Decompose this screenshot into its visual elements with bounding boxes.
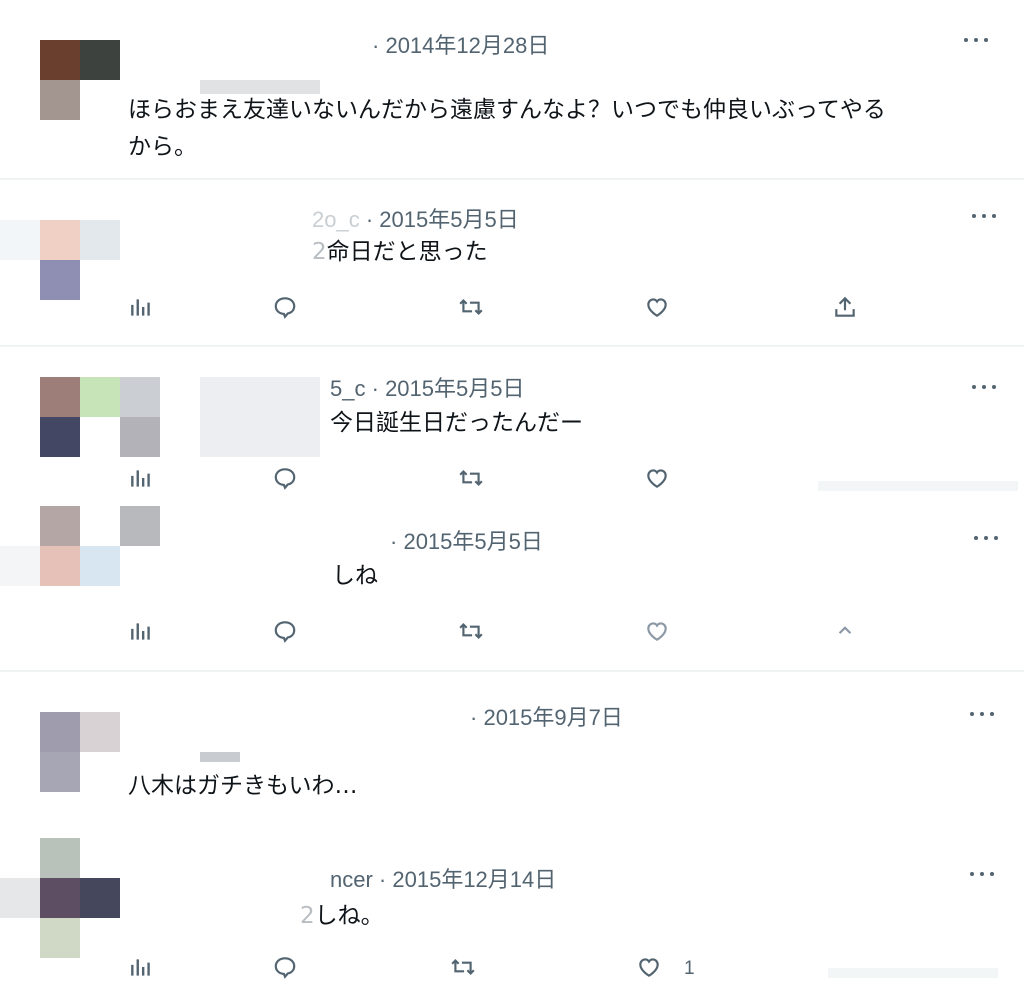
more-icon[interactable] (964, 30, 992, 50)
action-bar (128, 618, 1008, 648)
avatar[interactable] (40, 40, 120, 120)
handle[interactable]: 2o_c (312, 207, 360, 232)
tweet-meta: ncer · 2015年12月14日 (330, 862, 556, 894)
separator: · (371, 376, 379, 401)
tweet-date[interactable]: 2015年12月14日 (392, 867, 556, 892)
tweet-meta: 5_c · 2015年5月5日 (330, 371, 524, 403)
reply-icon[interactable] (272, 954, 302, 984)
tweet-1[interactable]: · 2014年12月28日 ほらおまえ友達いないんだから遠慮すんなよ？いつでも仲… (0, 0, 1024, 180)
tweet-4[interactable]: · 2015年5月5日 しね (0, 500, 1024, 670)
avatar[interactable] (0, 838, 160, 958)
retweet-icon[interactable] (458, 618, 488, 648)
tweet-text: 2しね。 (300, 903, 384, 929)
more-icon[interactable] (972, 377, 1000, 397)
reply-icon[interactable] (272, 294, 302, 324)
tweet-date[interactable]: 2015年5月5日 (403, 529, 542, 554)
action-bar (128, 465, 1018, 495)
tweet-text: しね (332, 563, 378, 589)
reply-icon[interactable] (272, 465, 302, 495)
avatar[interactable] (0, 506, 160, 586)
like-icon[interactable] (644, 618, 674, 648)
more-icon[interactable] (970, 864, 998, 884)
avatar[interactable] (0, 220, 160, 300)
reply-icon[interactable] (272, 618, 302, 648)
tweet-5[interactable]: · 2015年9月7日 八木はガチきもいわ… (0, 672, 1024, 832)
tweet-6[interactable]: ncer · 2015年12月14日 2しね。 1 (0, 832, 1024, 991)
separator: · (365, 207, 374, 232)
analytics-icon[interactable] (128, 465, 158, 495)
action-bar (128, 294, 1008, 324)
more-icon[interactable] (974, 528, 1002, 548)
handle[interactable]: 5_c (330, 376, 365, 401)
tweet-date[interactable]: 2015年5月5日 (379, 207, 518, 232)
tweet-date[interactable]: 2014年12月28日 (385, 33, 549, 58)
tweet-text: 2命日だと思った (312, 239, 488, 265)
tweet-text: 八木はガチきもいわ… (128, 773, 358, 799)
tweet-meta: · 2014年12月28日 (372, 28, 549, 60)
tweet-3[interactable]: 5_c · 2015年5月5日 今日誕生日だったんだー (0, 347, 1024, 497)
tweet-text: 今日誕生日だったんだー (330, 410, 583, 436)
tweet-date[interactable]: 2015年5月5日 (385, 376, 524, 401)
like-icon[interactable] (644, 465, 674, 495)
separator: · (372, 33, 380, 58)
tweet-meta: · 2015年9月7日 (470, 700, 623, 732)
like-count: 1 (684, 958, 695, 979)
tweet-2[interactable]: 2o_c · 2015年5月5日 2命日だと思った (0, 180, 1024, 345)
separator: · (390, 529, 398, 554)
tweet-meta: 2o_c · 2015年5月5日 (312, 202, 519, 234)
tweet-meta: · 2015年5月5日 (390, 524, 543, 556)
avatar[interactable] (40, 712, 120, 792)
like-icon[interactable] (644, 294, 674, 324)
analytics-icon[interactable] (128, 294, 158, 324)
tweet-date[interactable]: 2015年9月7日 (483, 705, 622, 730)
action-bar: 1 (128, 954, 1008, 984)
avatar[interactable] (40, 377, 160, 457)
retweet-icon[interactable] (450, 954, 480, 984)
tweet-text: ほらおまえ友達いないんだから遠慮すんなよ？いつでも仲良いぶってやる から。 (128, 97, 886, 160)
separator: · (470, 705, 478, 730)
more-icon[interactable] (972, 206, 1000, 226)
analytics-icon[interactable] (128, 954, 158, 984)
handle[interactable]: ncer (330, 867, 373, 892)
like-icon[interactable] (636, 954, 666, 984)
share-icon[interactable] (832, 618, 862, 648)
retweet-icon[interactable] (458, 294, 488, 324)
analytics-icon[interactable] (128, 618, 158, 648)
share-icon[interactable] (832, 294, 862, 324)
retweet-icon[interactable] (458, 465, 488, 495)
separator: · (378, 867, 387, 892)
more-icon[interactable] (970, 704, 998, 724)
